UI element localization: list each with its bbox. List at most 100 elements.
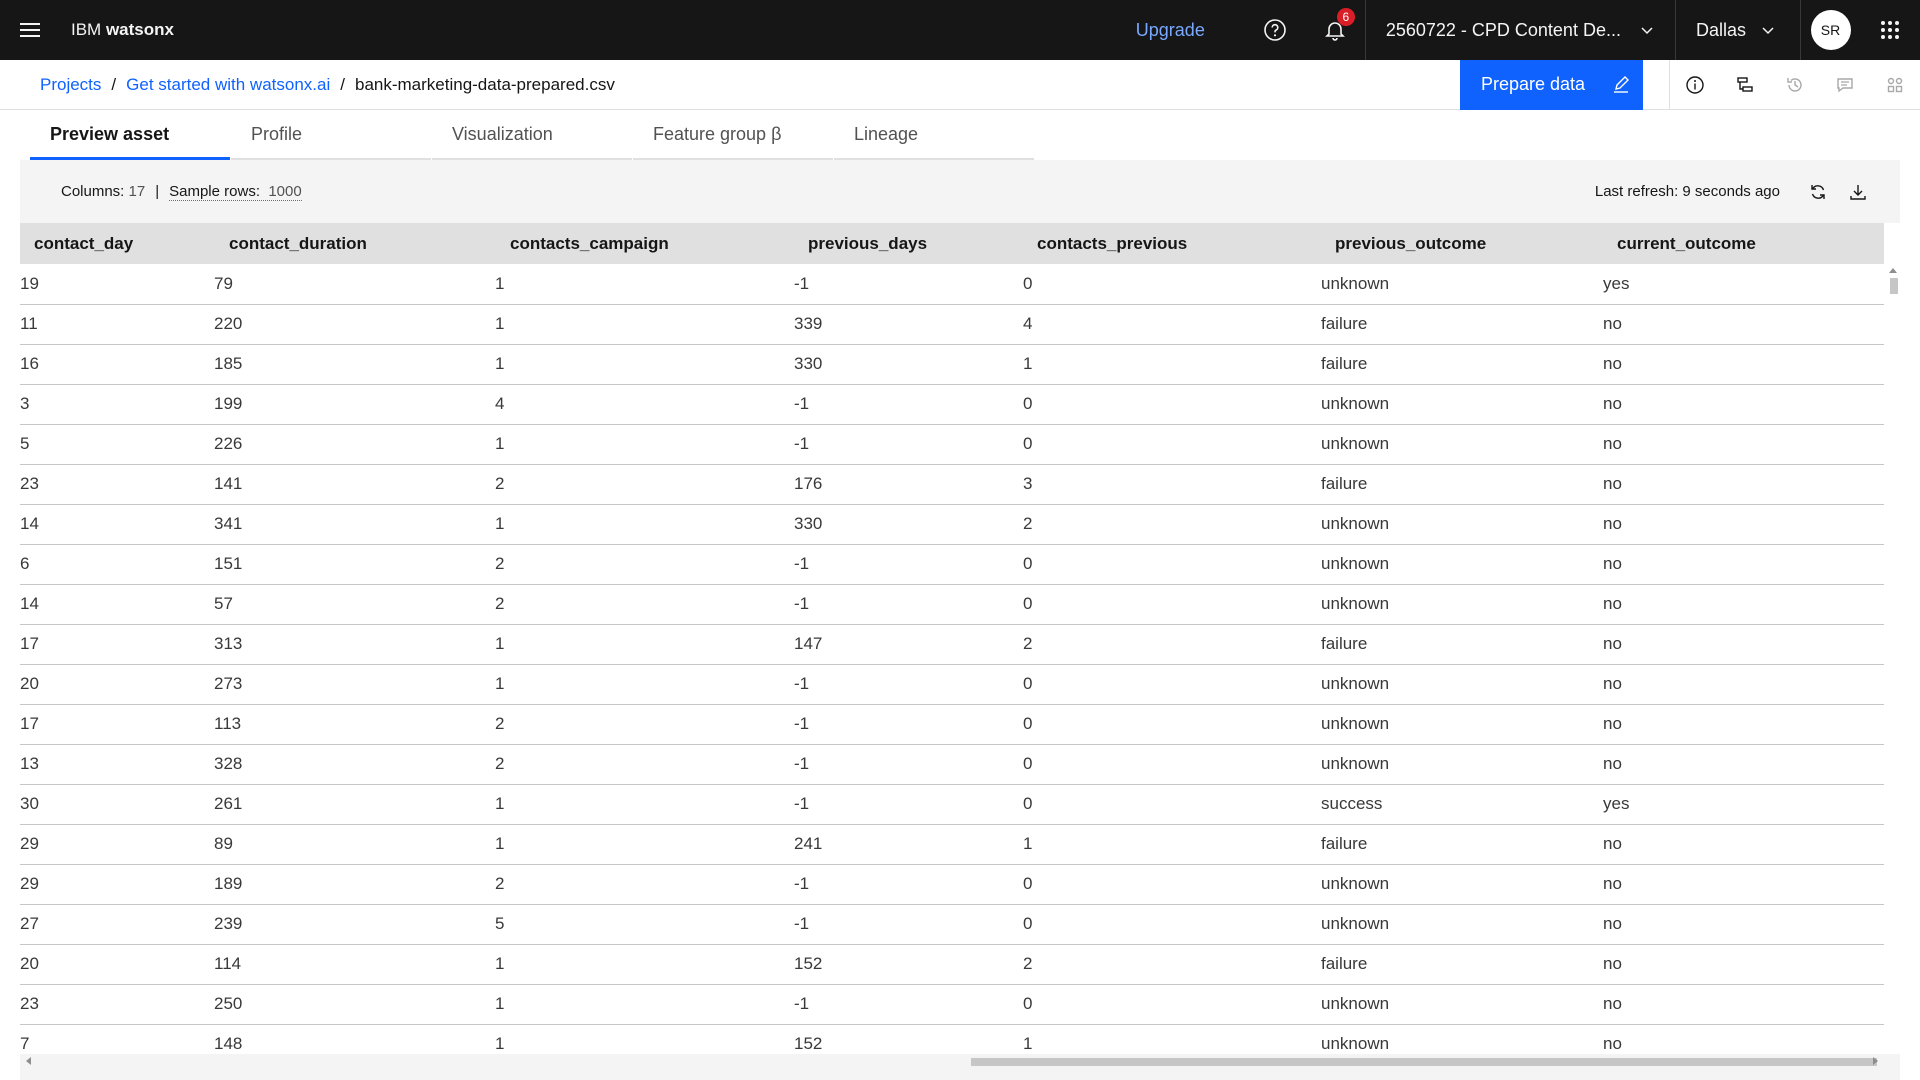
sample-rows[interactable]: Sample rows: 1000 [169, 183, 302, 201]
columns-count: 17 [128, 183, 146, 200]
column-header[interactable]: contact_day [20, 223, 213, 264]
table-cell: no [1602, 664, 1884, 705]
chevron-down-icon [1639, 22, 1655, 38]
table-cell: 5 [20, 424, 213, 465]
table-cell: 20 [20, 944, 213, 985]
table-cell: 1 [494, 504, 793, 545]
table-row[interactable]: 16 185 1 330 1 failure no [20, 344, 1884, 385]
prepare-data-label: Prepare data [1481, 74, 1586, 94]
table-cell: 1 [494, 344, 793, 385]
table-row[interactable]: 5 226 1 -1 0 unknown no [20, 424, 1884, 465]
table-cell: 239 [213, 904, 494, 945]
history-icon[interactable] [1770, 60, 1820, 110]
data-lineage-icon[interactable] [1720, 60, 1770, 110]
column-header[interactable]: contacts_campaign [494, 223, 793, 264]
table-row[interactable]: 20 273 1 -1 0 unknown no [20, 664, 1884, 705]
download-button[interactable] [1838, 172, 1878, 212]
table-cell: 2 [494, 864, 793, 905]
table-cell: 1 [494, 304, 793, 345]
column-header[interactable]: current_outcome [1602, 223, 1884, 264]
table-cell: -1 [793, 664, 1022, 705]
last-refresh-text: Last refresh: 9 seconds ago [1594, 183, 1780, 200]
scroll-left-icon[interactable] [26, 1057, 31, 1065]
table-cell: 0 [1022, 984, 1320, 1025]
column-header[interactable]: previous_outcome [1320, 223, 1602, 264]
side-panel-toolbar [1669, 59, 1920, 110]
app-switcher-icon[interactable] [1860, 0, 1920, 60]
table-cell: 0 [1022, 784, 1320, 825]
scroll-right-icon[interactable] [1873, 1057, 1878, 1065]
breadcrumb-project[interactable]: Get started with watsonx.ai [126, 75, 330, 95]
table-cell: 23 [20, 984, 213, 1025]
table-row[interactable]: 23 141 2 176 3 failure no [20, 464, 1884, 505]
table-row[interactable]: 3 199 4 -1 0 unknown no [20, 384, 1884, 425]
table-cell: no [1602, 584, 1884, 625]
info-icon[interactable] [1670, 60, 1720, 110]
table-cell: 0 [1022, 664, 1320, 705]
product-name[interactable]: IBM watsonx [71, 20, 174, 40]
table-cell: 1 [494, 424, 793, 465]
table-cell: failure [1320, 344, 1602, 385]
tab-profile[interactable]: Profile [231, 111, 431, 160]
table-cell: 220 [213, 304, 494, 345]
column-header[interactable]: contacts_previous [1022, 223, 1320, 264]
table-row[interactable]: 17 313 1 147 2 failure no [20, 624, 1884, 665]
table-row[interactable]: 14 57 2 -1 0 unknown no [20, 584, 1884, 625]
related-assets-icon[interactable] [1870, 60, 1920, 110]
table-cell: 2 [1022, 944, 1320, 985]
table-row[interactable]: 29 189 2 -1 0 unknown no [20, 864, 1884, 905]
tab-visualization[interactable]: Visualization [432, 111, 632, 160]
tab-preview-asset[interactable]: Preview asset [30, 111, 230, 160]
vertical-scrollbar[interactable] [1884, 264, 1900, 1064]
account-switcher[interactable]: 2560722 - CPD Content De... [1364, 0, 1675, 60]
horizontal-scroll-thumb[interactable] [971, 1058, 1877, 1066]
table-cell: 30 [20, 784, 213, 825]
table-row[interactable]: 29 89 1 241 1 failure no [20, 824, 1884, 865]
breadcrumb-projects[interactable]: Projects [40, 75, 101, 95]
prepare-data-button[interactable]: Prepare data [1460, 59, 1643, 110]
column-header[interactable]: contact_duration [213, 223, 494, 264]
table-cell: unknown [1320, 704, 1602, 745]
refresh-button[interactable] [1798, 172, 1838, 212]
table-row[interactable]: 30 261 1 -1 0 success yes [20, 784, 1884, 825]
table-cell: -1 [793, 864, 1022, 905]
sample-rows-count: 1000 [268, 182, 302, 200]
table-cell: 5 [494, 904, 793, 945]
tab-lineage[interactable]: Lineage [834, 111, 1034, 160]
asset-tabs: Preview asset Profile Visualization Feat… [30, 111, 1035, 160]
tab-feature-group[interactable]: Feature group β [633, 111, 833, 160]
table-row[interactable]: 20 114 1 152 2 failure no [20, 944, 1884, 985]
user-avatar-button[interactable]: SR [1800, 0, 1860, 60]
column-header[interactable]: previous_days [793, 223, 1022, 264]
table-cell: unknown [1320, 504, 1602, 545]
menu-icon[interactable] [0, 0, 60, 60]
comment-icon[interactable] [1820, 60, 1870, 110]
table-cell: failure [1320, 944, 1602, 985]
table-row[interactable]: 19 79 1 -1 0 unknown yes [20, 264, 1884, 305]
table-row[interactable]: 14 341 1 330 2 unknown no [20, 504, 1884, 545]
table-cell: 14 [20, 584, 213, 625]
table-row[interactable]: 23 250 1 -1 0 unknown no [20, 984, 1884, 1025]
table-cell: 17 [20, 704, 213, 745]
table-cell: no [1602, 464, 1884, 505]
region-switcher[interactable]: Dallas [1674, 0, 1800, 60]
table-cell: 3 [1022, 464, 1320, 505]
notification-icon[interactable]: 6 [1305, 0, 1365, 60]
table-row[interactable]: 27 239 5 -1 0 unknown no [20, 904, 1884, 945]
table-body: 19 79 1 -1 0 unknown yes 11 220 1 339 4 failure no 16 1… [20, 264, 1884, 1065]
table-row[interactable]: 13 328 2 -1 0 unknown no [20, 744, 1884, 785]
upgrade-link[interactable]: Upgrade [1136, 20, 1205, 41]
breadcrumb: Projects / Get started with watsonx.ai /… [0, 75, 615, 95]
table-row[interactable]: 17 113 2 -1 0 unknown no [20, 704, 1884, 745]
breadcrumb-bar: Projects / Get started with watsonx.ai /… [0, 59, 1920, 110]
help-icon[interactable] [1245, 0, 1305, 60]
scroll-up-icon[interactable] [1889, 268, 1897, 273]
table-cell: 185 [213, 344, 494, 385]
avatar: SR [1810, 10, 1851, 50]
table-row[interactable]: 6 151 2 -1 0 unknown no [20, 544, 1884, 585]
table-row[interactable]: 11 220 1 339 4 failure no [20, 304, 1884, 345]
chevron-down-icon [1760, 22, 1776, 38]
horizontal-scrollbar[interactable] [20, 1054, 1900, 1068]
vertical-scroll-thumb[interactable] [1890, 278, 1898, 294]
table-cell: no [1602, 424, 1884, 465]
